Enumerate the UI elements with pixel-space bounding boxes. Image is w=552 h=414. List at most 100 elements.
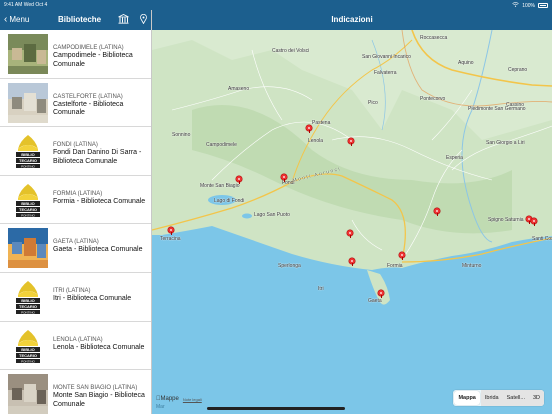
library-location: ITRI (LATINA) [53,287,91,294]
library-map-pin[interactable] [348,138,354,146]
back-button[interactable]: ‹ Menu [4,13,30,25]
navigation-bar: ‹ Menu Biblioteche Indicazioni [0,10,552,30]
map-place-label: Piedimonte San Germano [468,106,526,112]
map-view[interactable]: Mar Castro dei Volsci Roccasecca San Giova… [152,30,552,414]
library-location: LENOLA (LATINA) [53,336,103,343]
library-map-pin[interactable] [531,218,537,226]
library-name: Monte San Biagio - Biblioteca Comunale [53,392,145,408]
library-list-item[interactable]: CAMPODIMELE (LATINA) Campodimele - Biblio… [0,30,151,79]
chevron-left-icon: ‹ [4,13,8,25]
library-map-pin[interactable] [281,174,287,182]
map-place-label: Falvaterra [374,70,397,76]
map-place-label: Lago di Fondi [214,198,245,204]
library-name: Castelforte - Biblioteca Comunale [53,100,124,117]
svg-text:TECARIO: TECARIO [19,304,37,309]
svg-text:Mar: Mar [156,404,165,410]
map-attribution: Mappe Note legali [156,396,202,402]
library-list-item[interactable]: BIBLIO TECARIO PONTINO LENOLA (LATINA) Lenol… [0,322,151,371]
library-photo [8,374,48,414]
library-name: Fondi Dan Danino Di Sarra - Biblioteca C… [53,149,142,165]
apple-maps-logo: Mappe [156,396,179,402]
battery-percent: 100% [522,2,535,9]
library-map-pin[interactable] [378,290,384,298]
library-list-item[interactable]: BIBLIO TECARIO PONTINO ITRI (LATINA) Itri - … [0,273,151,322]
library-list[interactable]: CAMPODIMELE (LATINA) Campodimele - Biblio… [0,30,151,414]
svg-text:PONTINO: PONTINO [21,213,35,217]
nav-icons [117,13,149,25]
svg-text:TECARIO: TECARIO [19,207,37,212]
map-place-label: Terracina [160,236,181,242]
home-indicator[interactable] [207,407,345,410]
map-place-label: Lago San Puoto [254,212,290,218]
library-list-item[interactable]: MONTE SAN BIAGIO (LATINA) Monte San Biagi… [0,370,151,414]
status-right: 100% [512,2,548,9]
library-map-pin[interactable] [236,176,242,184]
map-place-label: Pontecorvo [420,96,446,102]
map-place-label: Itri [318,286,324,292]
map-mode-ibrida[interactable]: Ibrida [480,390,503,406]
map-place-label: Ceprano [508,67,528,73]
library-location: CAMPODIMELE (LATINA) [53,45,124,51]
battery-icon [538,3,548,8]
library-list-item[interactable]: BIBLIO TECARIO PONTINO FONDI (LATINA) Fondi … [0,127,151,176]
map-mode-mappa[interactable]: Mappa [454,391,480,405]
library-map-pin[interactable] [168,227,174,235]
map-place-label: Lenola [308,138,324,144]
map-place-label: Castro dei Volsci [272,48,310,54]
library-location: MONTE SAN BIAGIO (LATINA) [53,385,138,392]
map-place-label: Pico [368,100,378,106]
biblioteca-logo: BIBLIO TECARIO PONTINO [8,325,48,366]
library-map-pin[interactable] [349,258,355,266]
svg-text:PONTINO: PONTINO [21,359,35,363]
map-place-label: Aquino [458,60,474,66]
library-name: Formia - Biblioteca Comunale [53,197,146,205]
svg-text:TECARIO: TECARIO [19,158,37,163]
biblioteca-logo: BIBLIO TECARIO PONTINO [8,179,48,220]
map-place-label: Gaeta [368,298,382,304]
map-place-label: San Giorgio a Liri [486,140,525,146]
library-photo [8,228,48,269]
list-title: Biblioteche [58,15,102,24]
map-place-label: Campodimele [206,142,237,148]
biblioteca-logo: BIBLIO TECARIO PONTINO [8,276,48,317]
library-list-item[interactable]: GAETA (LATINA) Gaeta - Biblioteca Comunal… [0,224,151,273]
map-title: Indicazioni [331,15,373,24]
library-icon[interactable] [117,13,129,25]
map-place-label: Santi Cosma [532,236,552,242]
library-list-item[interactable]: BIBLIO TECARIO PONTINO FORMIA (LATINA) Formi… [0,176,151,225]
map-mode-3d[interactable]: 3D [528,390,544,406]
library-map-pin[interactable] [434,208,440,216]
location-icon[interactable] [137,13,149,25]
library-location: FONDI (LATINA) [53,142,98,149]
legal-link[interactable]: Note legali [183,397,202,402]
status-time: 9:41 AM Wed Oct 4 [4,2,48,8]
wifi-icon [512,2,519,9]
library-photo [8,82,48,123]
svg-text:PONTINO: PONTINO [21,164,35,168]
map-place-label: Pastena [312,120,331,126]
svg-text:BIBLIO: BIBLIO [21,298,35,303]
library-map-pin[interactable] [347,230,353,238]
map-place-label: Roccasecca [420,35,448,41]
map-mode-control[interactable]: Mappa Ibrida Satell... 3D [453,390,544,406]
map-mode-satell[interactable]: Satell... [502,390,529,406]
library-list-item[interactable]: CASTELFORTE (LATINA) Castelforte - Biblio… [0,79,151,128]
back-button-label: Menu [9,15,30,24]
svg-text:BIBLIO: BIBLIO [21,152,35,157]
svg-text:PONTINO: PONTINO [21,310,35,314]
svg-text:BIBLIO: BIBLIO [21,201,35,206]
library-name: Gaeta - Biblioteca Comunale [53,246,143,254]
map-place-label: Sonnino [172,132,191,138]
library-map-pin[interactable] [399,252,405,260]
map-place-label: Monte San Biagio [200,183,240,189]
map-place-label: Esperia [446,155,463,161]
biblioteca-logo: BIBLIO TECARIO PONTINO [8,131,48,172]
map-place-label: Amaseno [228,86,250,92]
map-place-label: Sperlonga [278,263,301,269]
map-place-label: Minturno [462,263,482,269]
library-map-pin[interactable] [306,125,312,133]
library-location: FORMIA (LATINA) [53,190,103,197]
svg-text:TECARIO: TECARIO [19,353,37,358]
library-location: CASTELFORTE (LATINA) [53,93,123,100]
status-bar: 9:41 AM Wed Oct 4 100% [0,0,552,10]
